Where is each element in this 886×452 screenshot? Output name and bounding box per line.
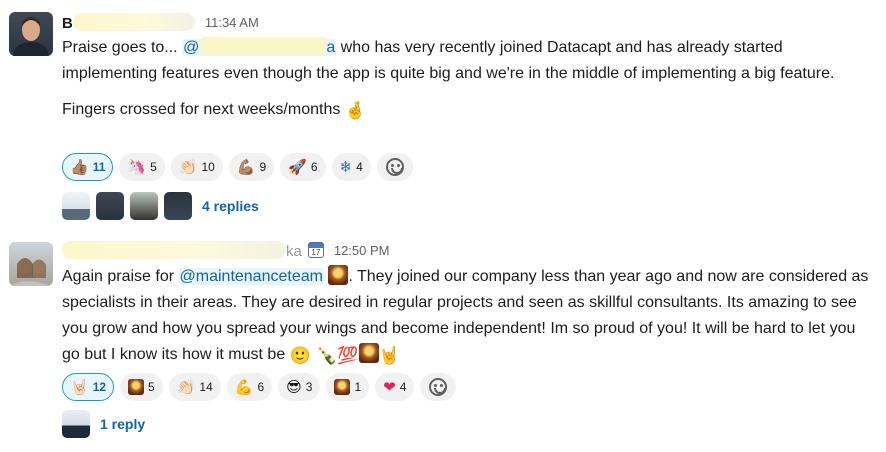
custom-emoji-icon [334, 379, 351, 395]
rock-hand-emoji: 🤘 [378, 346, 400, 366]
reaction-custom-image[interactable]: 5 [120, 373, 163, 401]
avatar [164, 192, 192, 220]
add-reaction-button[interactable] [420, 373, 457, 401]
message-1: B 11:34 AM Praise goes to... @ a who has … [0, 0, 886, 232]
emoji-group: 🙂 🍾💯 [289, 346, 359, 366]
avatar [62, 410, 90, 438]
calendar-icon: 17 [307, 242, 324, 258]
thread-replies[interactable]: 1 reply [62, 410, 145, 438]
timestamp[interactable]: 11:34 AM [205, 15, 259, 30]
message-body: Again praise for @maintenanceteam . They… [62, 264, 872, 368]
crossed-fingers-emoji: 🤞 [344, 101, 366, 121]
add-reaction-icon [385, 158, 404, 176]
message-header: B 11:34 AM [62, 12, 259, 32]
reaction-muscle[interactable]: 💪 6 [226, 373, 273, 401]
add-reaction-icon [429, 378, 448, 396]
reaction-rock-on[interactable]: 🤘🏻 12 [62, 373, 115, 401]
reaction-bar: 🤘🏻 12 5 👏🏻 14 💪 6 😎 3 1 ❤ 4 [62, 373, 457, 401]
reaction-snowflake[interactable]: ❄ 4 [331, 153, 371, 181]
reaction-muscle[interactable]: 💪🏽 9 [228, 153, 275, 181]
reaction-bar: 👍🏽 11 🦄 5 👏🏻 10 💪🏽 9 🚀 6 ❄ 4 [62, 153, 413, 181]
message-body: Praise goes to... @ a who has very recent… [62, 37, 835, 121]
reaction-rocket[interactable]: 🚀 6 [280, 153, 326, 181]
replies-link[interactable]: 4 replies [202, 198, 259, 214]
custom-emoji-image [358, 343, 379, 363]
avatar [96, 192, 124, 220]
message-2: ka 17 12:50 PM Again praise for @mainten… [0, 232, 886, 452]
message-header: ka 17 12:50 PM [62, 240, 390, 260]
user-mention[interactable]: @ a [182, 37, 337, 56]
reaction-heart[interactable]: ❤ 4 [375, 373, 415, 401]
custom-emoji-image [328, 265, 349, 285]
reaction-clap[interactable]: 👏🏻 10 [170, 153, 223, 181]
custom-emoji-icon [128, 379, 145, 395]
avatar [62, 192, 90, 220]
author-name[interactable]: B [62, 12, 195, 32]
reaction-unicorn[interactable]: 🦄 5 [119, 153, 165, 181]
avatar[interactable] [9, 12, 53, 56]
reaction-clap[interactable]: 👏🏻 14 [168, 373, 221, 401]
thread-replies[interactable]: 4 replies [62, 192, 259, 220]
avatar[interactable] [9, 242, 53, 286]
group-mention[interactable]: @maintenanceteam [178, 268, 324, 285]
timestamp[interactable]: 12:50 PM [334, 243, 390, 258]
reaction-custom-image[interactable]: 1 [326, 373, 370, 401]
replies-link[interactable]: 1 reply [100, 416, 145, 432]
add-reaction-button[interactable] [376, 153, 413, 181]
reaction-thumbs-up[interactable]: 👍🏽 11 [62, 153, 114, 181]
avatar [130, 192, 158, 220]
author-name[interactable]: ka [62, 240, 302, 260]
reaction-sunglasses[interactable]: 😎 3 [278, 373, 321, 401]
